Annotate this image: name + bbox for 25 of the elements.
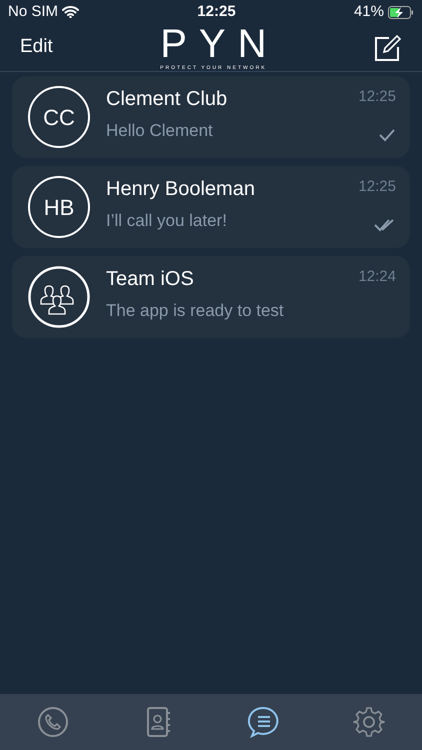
compose-icon[interactable] bbox=[374, 34, 402, 62]
message-time: 12:25 bbox=[358, 177, 396, 197]
group-avatar-icon bbox=[28, 266, 90, 328]
battery-percent: 41% bbox=[354, 2, 384, 22]
message-time: 12:24 bbox=[358, 267, 396, 287]
logo-text: PYN bbox=[159, 24, 278, 64]
avatar: CC bbox=[28, 86, 90, 148]
contact-name: Henry Booleman bbox=[106, 177, 256, 202]
message-preview: The app is ready to test bbox=[106, 300, 285, 322]
phone-icon[interactable] bbox=[36, 706, 69, 738]
message-preview: I’ll call you later! bbox=[106, 210, 228, 232]
message-preview: Hello Clement bbox=[106, 120, 214, 142]
contact-name: Clement Club bbox=[106, 87, 228, 112]
contact-name: Team iOS bbox=[106, 267, 195, 292]
avatar: HB bbox=[28, 176, 90, 238]
wifi-icon bbox=[62, 6, 80, 18]
edit-button[interactable]: Edit bbox=[20, 33, 53, 62]
carrier-label: No SIM bbox=[8, 2, 58, 22]
chat-bubble-icon[interactable] bbox=[248, 706, 280, 738]
chat-item[interactable]: HB Henry Booleman I’ll call you later! 12:25 bbox=[12, 166, 410, 248]
chat-item[interactable]: CC Clement Club Hello Clement 12:25 bbox=[12, 76, 410, 158]
clock: 12:25 bbox=[197, 2, 236, 22]
chat-item[interactable]: Team iOS The app is ready to test 12:24 bbox=[12, 256, 410, 338]
settings-icon[interactable] bbox=[353, 706, 386, 738]
message-time: 12:25 bbox=[358, 87, 396, 107]
